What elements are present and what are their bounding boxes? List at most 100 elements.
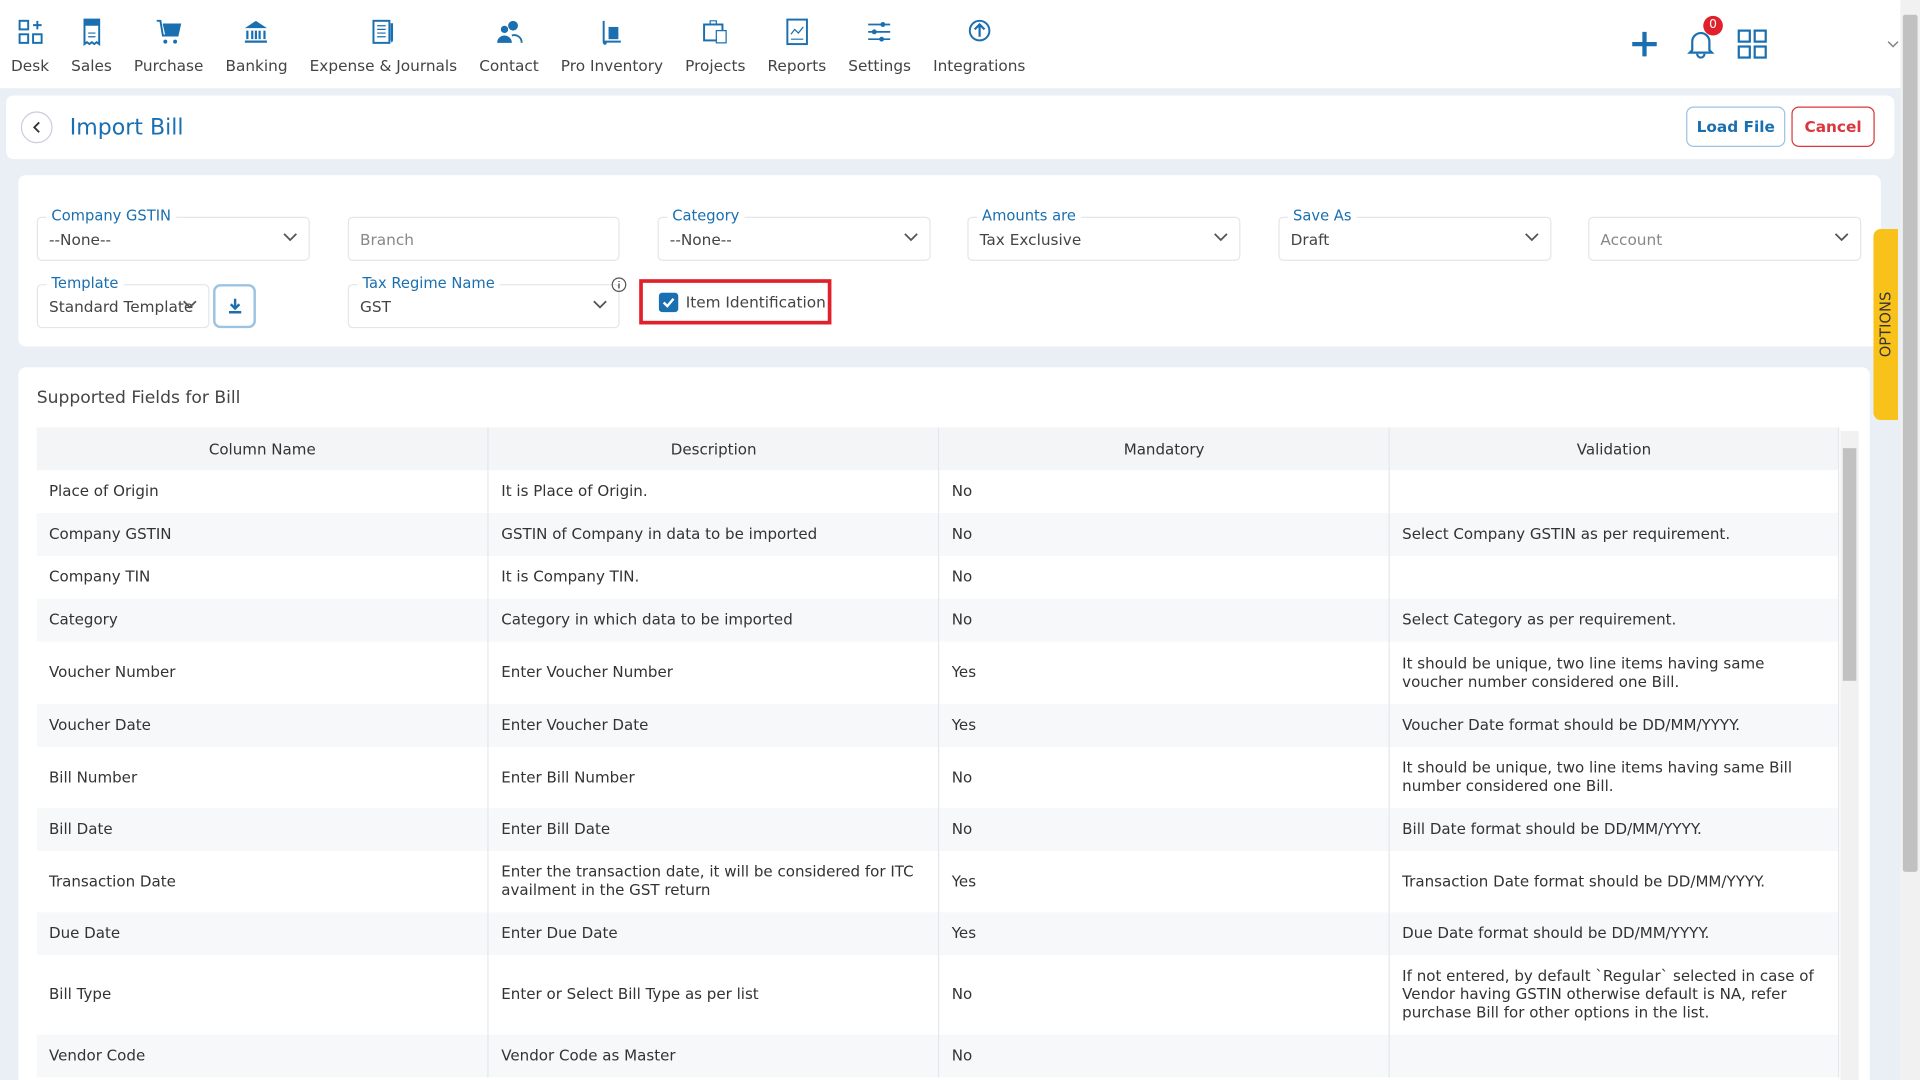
amounts-are-select[interactable]: Amounts are Tax Exclusive	[967, 206, 1241, 261]
options-tab[interactable]: OPTIONS	[1873, 228, 1898, 421]
account-select[interactable]: Account	[1588, 216, 1862, 261]
top-nav: Desk Sales Purchase Banking Expense & Journa…	[0, 0, 1901, 89]
mandatory-cell: Yes	[938, 912, 1390, 956]
table-row: Category Category in which data to be imp…	[36, 598, 1840, 642]
nav-item-pro-inventory[interactable]: Pro Inventory	[550, 0, 674, 75]
plus-icon[interactable]	[1629, 28, 1661, 60]
desk-icon	[18, 19, 43, 44]
nav-item-expense-journals[interactable]: Expense & Journals	[299, 0, 469, 75]
download-template-button[interactable]	[213, 284, 256, 329]
apps-grid-icon[interactable]	[1736, 28, 1768, 60]
description-cell: Category in which data to be imported	[488, 598, 940, 642]
table-scrollbar[interactable]	[1840, 431, 1859, 1080]
validation-cell: Voucher Date format should be DD/MM/YYYY…	[1389, 704, 1840, 747]
description-cell: Enter Voucher Date	[488, 704, 940, 747]
projects-icon	[703, 20, 727, 44]
nav-item-contact[interactable]: Contact	[468, 0, 550, 75]
chevron-down-icon[interactable]	[1886, 37, 1901, 52]
nav-actions: 0	[1629, 0, 1901, 88]
column-name-cell: Bill Type	[36, 955, 490, 1035]
description-cell: Enter Due Date	[488, 912, 940, 956]
supported-fields-card: Supported Fields for Bill Column Name Des…	[18, 367, 1870, 1080]
validation-cell: Transaction Date format should be DD/MM/…	[1389, 851, 1840, 913]
category-label: Category	[667, 206, 745, 225]
back-button[interactable]	[20, 111, 53, 144]
save-as-select[interactable]: Save As Draft	[1278, 206, 1552, 261]
nav-item-label: Projects	[685, 56, 746, 75]
tax-regime-value: GST	[360, 296, 391, 316]
mandatory-cell: No	[938, 1034, 1390, 1078]
validation-cell: Bill Date format should be DD/MM/YYYY.	[1389, 808, 1840, 852]
mandatory-cell: Yes	[938, 704, 1390, 747]
amounts-are-value: Tax Exclusive	[979, 229, 1082, 248]
load-file-button[interactable]: Load File	[1686, 106, 1786, 147]
nav-item-purchase[interactable]: Purchase	[123, 0, 215, 75]
info-icon[interactable]	[611, 277, 627, 293]
validation-cell	[1389, 470, 1840, 514]
item-identification-checkbox[interactable]: Item Identification	[639, 279, 832, 325]
validation-cell: It should be unique, two line items havi…	[1389, 746, 1840, 809]
mandatory-cell: No	[938, 555, 1390, 599]
mandatory-cell: Yes	[938, 851, 1390, 913]
category-select[interactable]: Category --None--	[657, 206, 931, 261]
nav-item-projects[interactable]: Projects	[674, 0, 756, 75]
chevron-down-icon	[1214, 233, 1228, 242]
nav-item-label: Sales	[71, 56, 112, 75]
import-options-panel: Company GSTIN --None-- Branch Category --N…	[18, 175, 1881, 347]
column-header: Mandatory	[938, 427, 1390, 471]
mandatory-cell: No	[938, 746, 1390, 809]
nav-item-settings[interactable]: Settings	[837, 0, 922, 75]
cancel-button[interactable]: Cancel	[1791, 106, 1875, 147]
journal-icon	[372, 19, 394, 44]
table-row: Voucher Number Enter Voucher Number Yes It …	[36, 641, 1840, 705]
validation-cell: Due Date format should be DD/MM/YYYY.	[1389, 912, 1840, 956]
table-row: Company TIN It is Company TIN. No	[36, 555, 1840, 599]
column-name-cell: Voucher Date	[36, 704, 490, 747]
table-row: Bill Date Enter Bill Date No Bill Date form…	[36, 808, 1840, 852]
branch-input[interactable]: Branch	[347, 216, 620, 261]
table-row: Transaction Date Enter the transaction da…	[36, 851, 1840, 913]
page-scrollbar[interactable]	[1900, 0, 1920, 1080]
supported-fields-table: Column Name Description Mandatory Validatio…	[36, 427, 1840, 1078]
template-value: Standard Template	[48, 296, 194, 316]
description-cell: Enter Bill Number	[488, 746, 940, 809]
contacts-icon	[496, 20, 523, 43]
table-row: Company GSTIN GSTIN of Company in data to…	[36, 513, 1840, 556]
reports-icon	[786, 18, 808, 46]
table-row: Bill Type Enter or Select Bill Type as pe…	[36, 955, 1840, 1035]
template-select[interactable]: Template Standard Template	[36, 274, 210, 329]
company-gstin-select[interactable]: Company GSTIN --None--	[36, 206, 310, 261]
account-placeholder: Account	[1600, 229, 1663, 248]
mandatory-cell: No	[938, 598, 1390, 642]
nav-item-label: Settings	[848, 56, 912, 75]
nav-item-banking[interactable]: Banking	[214, 0, 298, 75]
table-scrollbar-thumb[interactable]	[1842, 448, 1857, 681]
nav-item-label: Expense & Journals	[309, 56, 458, 75]
nav-item-desk[interactable]: Desk	[0, 0, 60, 75]
nav-item-sales[interactable]: Sales	[60, 0, 123, 75]
page-scrollbar-thumb[interactable]	[1902, 14, 1918, 872]
column-header: Validation	[1389, 427, 1840, 471]
description-cell: Enter Bill Date	[488, 808, 940, 852]
nav-item-label: Reports	[767, 56, 827, 75]
tax-regime-select[interactable]: Tax Regime Name GST	[347, 274, 620, 329]
receipt-icon	[83, 18, 100, 47]
description-cell: Enter or Select Bill Type as per list	[488, 955, 940, 1035]
table-row: Due Date Enter Due Date Yes Due Date format…	[36, 912, 1840, 956]
notifications-button[interactable]: 0	[1685, 15, 1723, 62]
options-label: OPTIONS	[1877, 291, 1895, 358]
nav-item-reports[interactable]: Reports	[756, 0, 837, 75]
validation-cell: Select Company GSTIN as per requirement.	[1389, 513, 1840, 556]
nav-item-label: Banking	[225, 56, 288, 75]
amounts-are-label: Amounts are	[977, 206, 1081, 225]
category-value: --None--	[669, 229, 732, 248]
column-name-cell: Category	[36, 598, 490, 642]
chevron-down-icon	[904, 233, 918, 242]
chevron-down-icon	[593, 300, 607, 309]
chevron-down-icon	[183, 300, 197, 309]
save-as-label: Save As	[1288, 206, 1357, 225]
nav-item-integrations[interactable]: Integrations	[922, 0, 1036, 75]
notification-badge: 0	[1703, 15, 1723, 35]
validation-cell	[1389, 555, 1840, 599]
branch-placeholder: Branch	[360, 229, 414, 248]
